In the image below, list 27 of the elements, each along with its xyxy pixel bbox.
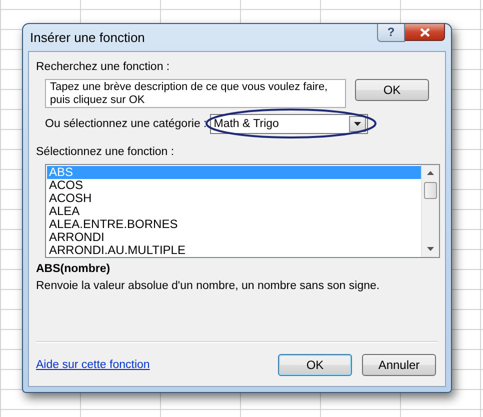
- function-description: Renvoie la valeur absolue d'un nombre, un nombre sans son signe.: [36, 280, 381, 292]
- function-item[interactable]: ARRONDI.AU.MULTIPLE: [47, 244, 421, 257]
- function-signature: ABS(nombre): [36, 263, 112, 277]
- close-button[interactable]: [405, 24, 445, 41]
- scroll-up-icon[interactable]: [427, 171, 434, 175]
- function-item[interactable]: ALEA.ENTRE.BORNES: [47, 218, 421, 231]
- dropdown-arrow-icon: [354, 122, 361, 126]
- window-title: Insérer une fonction: [30, 30, 146, 45]
- category-dropdown[interactable]: Math & Trigo: [210, 114, 368, 134]
- ok-button[interactable]: OK: [355, 79, 429, 101]
- scroll-thumb[interactable]: [424, 182, 437, 199]
- category-label: Ou sélectionnez une catégorie :: [45, 117, 207, 131]
- help-link[interactable]: Aide sur cette fonction: [36, 358, 278, 370]
- search-field[interactable]: Tapez une brève description de ce que vous voulez faire, puis cliquez sur OK: [45, 79, 346, 108]
- ok-button[interactable]: OK: [278, 354, 352, 376]
- function-item[interactable]: ACOSH: [47, 192, 421, 205]
- scroll-down-icon[interactable]: [427, 247, 434, 251]
- function-list[interactable]: ABS ACOS ACOSH ALEA ALEA.ENTRE.BORNES ARRONDI ARRONDI.AU.MULTIPLE: [45, 164, 440, 258]
- function-item[interactable]: ALEA: [47, 205, 421, 218]
- scroll-bar[interactable]: [421, 165, 439, 257]
- cancel-button[interactable]: Annuler: [362, 354, 436, 376]
- function-list-label: Sélectionnez une fonction :: [36, 145, 176, 159]
- search-label: Recherchez une fonction :: [36, 60, 171, 74]
- function-item[interactable]: ACOS: [47, 179, 421, 192]
- close-icon: [420, 28, 430, 36]
- function-item[interactable]: ARRONDI: [47, 231, 421, 244]
- help-button[interactable]: ?: [377, 24, 405, 42]
